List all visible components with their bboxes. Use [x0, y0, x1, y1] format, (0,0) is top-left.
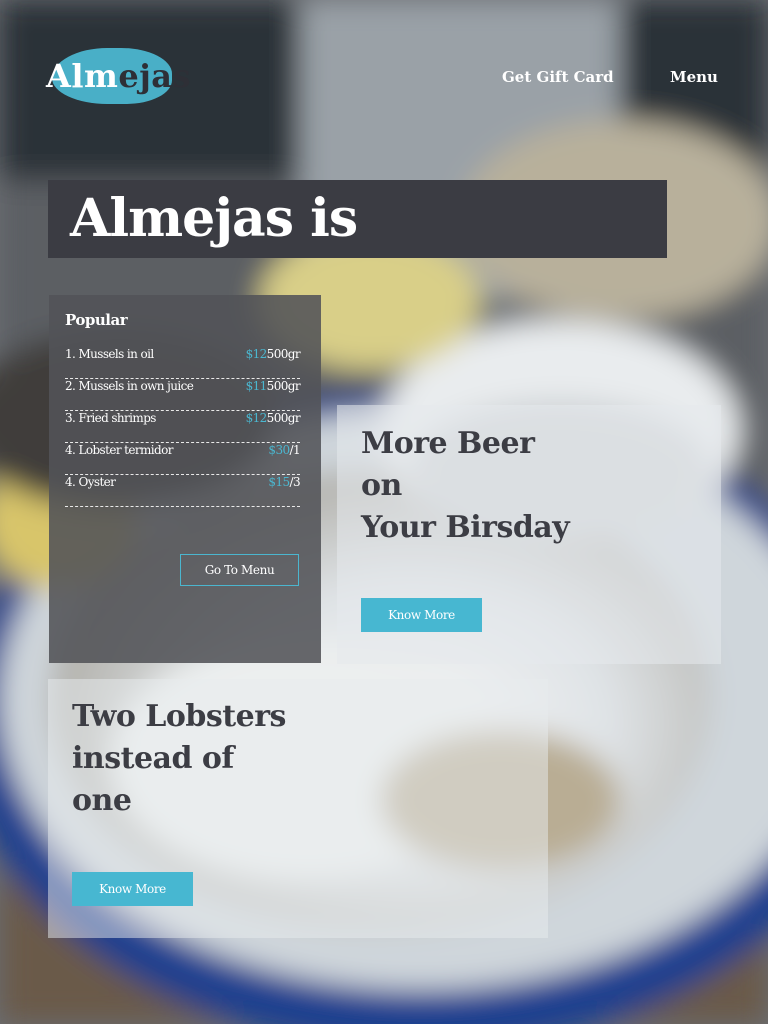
know-more-button-lobster[interactable]: Know More [72, 872, 193, 906]
hero-title: Almejas is [70, 188, 358, 249]
promo-lobster-title-line: instead of [72, 741, 234, 776]
know-more-button-beer[interactable]: Know More [361, 598, 482, 632]
item-price-qty: 500gr [266, 411, 301, 425]
popular-card: Popular 1. Mussels in oil $12500gr 2. Mu… [49, 295, 321, 663]
item-name: 4. Lobster termidor [65, 443, 174, 457]
promo-lobster-title-line: one [72, 783, 132, 818]
item-price: $11500gr [245, 379, 301, 393]
item-price: $15/3 [268, 475, 300, 489]
logo-text-main: Alm [46, 57, 119, 95]
list-item[interactable]: 3. Fried shrimps $12500gr [65, 411, 301, 443]
item-price-qty: 500gr [266, 379, 301, 393]
nav-menu[interactable]: Menu [670, 68, 718, 86]
item-price-qty: 500gr [266, 347, 301, 361]
list-item[interactable]: 4. Oyster $15/3 [65, 475, 301, 507]
item-price-amount: $15 [268, 475, 290, 489]
list-item[interactable]: 4. Lobster termidor $30/1 [65, 443, 301, 475]
promo-card-lobster: Two Lobsters instead of one Know More [48, 679, 548, 938]
go-to-menu-button[interactable]: Go To Menu [180, 554, 299, 586]
item-name: 3. Fried shrimps [65, 411, 156, 425]
popular-list: 1. Mussels in oil $12500gr 2. Mussels in… [65, 347, 301, 507]
promo-beer-title-line: More Beer [361, 426, 535, 461]
promo-card-beer: More Beer on Your Birsday Know More [337, 405, 721, 664]
list-item[interactable]: 1. Mussels in oil $12500gr [65, 347, 301, 379]
popular-title: Popular [65, 311, 128, 329]
item-price: $12500gr [245, 347, 301, 361]
promo-beer-title-line: Your Birsday [361, 510, 570, 545]
item-price-qty: /3 [289, 475, 301, 489]
logo-text-accent: ejas [118, 57, 192, 95]
item-price-amount: $12 [245, 347, 268, 361]
item-price: $12500gr [245, 411, 301, 425]
logo-text: Almejas [46, 58, 191, 94]
item-price-amount: $12 [245, 411, 268, 425]
item-price-qty: /1 [289, 443, 301, 457]
logo[interactable]: Almejas [46, 48, 191, 104]
promo-lobster-title-line: Two Lobsters [72, 699, 286, 734]
promo-beer-title: More Beer on Your Birsday [361, 423, 701, 549]
item-price-amount: $11 [245, 379, 268, 393]
item-name: 4. Oyster [65, 475, 116, 489]
nav-gift-card[interactable]: Get Gift Card [502, 68, 614, 86]
item-price: $30/1 [268, 443, 300, 457]
promo-beer-title-line: on [361, 468, 402, 503]
item-price-amount: $30 [268, 443, 290, 457]
item-name: 2. Mussels in own juice [65, 379, 194, 393]
hero-banner: Almejas is [48, 180, 667, 258]
promo-lobster-title: Two Lobsters instead of one [72, 696, 372, 822]
item-name: 1. Mussels in oil [65, 347, 154, 361]
list-item[interactable]: 2. Mussels in own juice $11500gr [65, 379, 301, 411]
